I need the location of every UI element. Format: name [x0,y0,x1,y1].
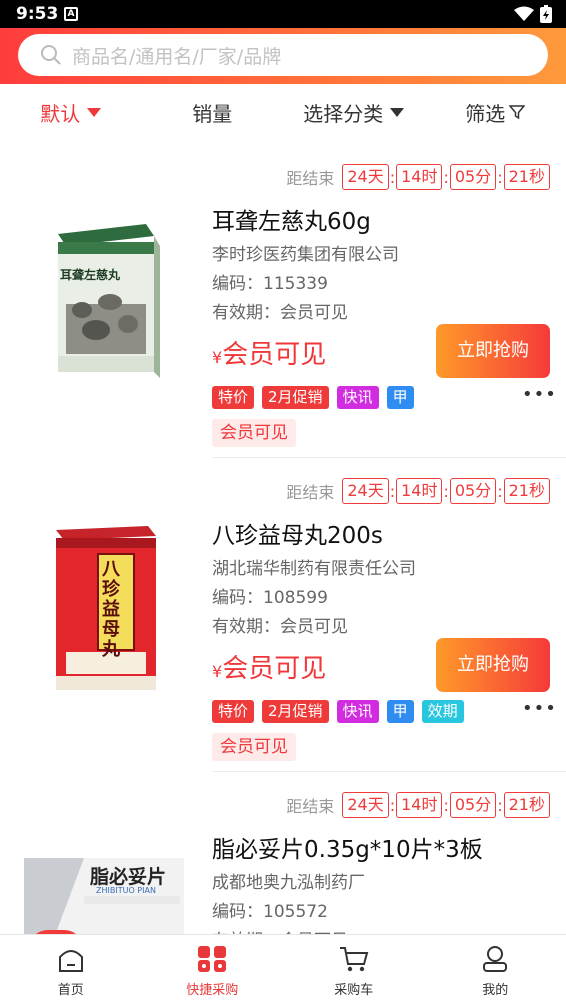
filter-screen-label: 筛选 [465,101,506,126]
product-image[interactable]: 八珍益母丸 [26,520,176,700]
product-card[interactable]: 距结束 24天 : 14时 : 05分 : 21秒 八珍益母丸 八珍益母丸200… [0,458,566,772]
product-name[interactable]: 耳聋左慈丸60g [212,202,371,236]
countdown-label: 距结束 [286,797,335,816]
countdown-seconds: 21秒 [503,478,550,504]
filter-sales-label: 销量 [192,101,233,126]
product-expiry: 有效期：会员可见 [212,303,348,323]
product-manufacturer: 湖北瑞华制药有限责任公司 [212,559,416,579]
status-bar: 9:53 A [0,0,566,28]
grid-icon [198,946,227,972]
filter-bar: 默认 销量 选择分类 筛选 [0,84,566,140]
buy-now-button[interactable]: 立即抢购 [436,324,550,378]
more-icon[interactable]: ••• [522,384,557,405]
product-tags: 特价 2月促销 快讯 甲 [212,386,414,409]
buy-now-button[interactable]: 立即抢购 [436,638,550,692]
currency-symbol: ¥ [212,662,223,681]
search-input[interactable]: 商品名/通用名/厂家/品牌 [18,34,548,76]
filter-sales[interactable]: 销量 [142,98,284,127]
tag-special-price: 特价 [212,386,255,409]
product-price: ¥会员可见 [212,648,326,685]
product-card[interactable]: 距结束 24天 : 14时 : 05分 : 21秒 耳聋左慈丸 耳聋左慈丸60g… [0,144,566,458]
filter-category-label: 选择分类 [303,101,384,126]
nav-quick-purchase-label: 快捷采购 [186,983,239,998]
bottom-nav: 首页 快捷采购 采购车 我的 [0,934,566,1008]
tag-class-a: 甲 [386,386,414,409]
search-icon [41,45,61,65]
nav-cart-label: 采购车 [334,983,374,998]
wifi-icon [514,6,534,21]
search-placeholder: 商品名/通用名/厂家/品牌 [72,45,282,68]
tag-flash: 快讯 [336,700,379,723]
countdown-minutes: 05分 [449,478,497,504]
user-icon [483,946,508,972]
member-badge: 会员可见 [212,419,296,447]
nav-mine[interactable]: 我的 [425,935,566,1008]
countdown-hours: 14时 [396,164,443,190]
product-manufacturer: 李时珍医药集团有限公司 [212,245,399,265]
battery-icon [540,5,552,23]
nav-cart[interactable]: 采购车 [283,935,425,1008]
tag-promo: 2月促销 [262,700,329,723]
countdown-hours: 14时 [396,792,443,818]
product-tags: 特价 2月促销 快讯 甲 效期 [212,700,464,723]
product-expiry: 有效期：会员可见 [212,926,348,934]
countdown-minutes: 05分 [449,792,497,818]
tag-promo: 2月促销 [262,386,329,409]
status-icons [514,5,552,23]
countdown-days: 24天 [342,792,389,818]
product-image[interactable]: 脂必妥片 ZHIBITUO PIAN [24,858,184,934]
countdown-seconds: 21秒 [503,792,550,818]
status-time: 9:53 [16,4,59,24]
box-text: 耳聋左慈丸 [60,268,121,282]
notification-a-icon: A [64,7,78,21]
countdown-label: 距结束 [286,169,335,188]
tag-expiry: 效期 [421,700,464,723]
price-value: 会员可见 [222,654,327,684]
filter-screen[interactable]: 筛选 [425,98,566,127]
filter-default-label: 默认 [40,101,81,126]
product-card[interactable]: 距结束 24天 : 14时 : 05分 : 21秒 脂必妥片 ZHIBITUO … [0,772,566,934]
more-icon[interactable]: ••• [522,698,557,719]
countdown-days: 24天 [342,478,389,504]
caret-down-icon [87,107,102,117]
product-expiry: 有效期：会员可见 [212,617,348,637]
cart-icon [339,947,369,972]
countdown-hours: 14时 [396,478,443,504]
product-manufacturer: 成都地奥九泓制药厂 [212,873,365,893]
nav-home-label: 首页 [57,983,84,998]
product-image[interactable]: 耳聋左慈丸 [26,206,176,386]
countdown-label: 距结束 [286,483,335,502]
nav-quick-purchase[interactable]: 快捷采购 [142,935,284,1008]
countdown: 距结束 24天 : 14时 : 05分 : 21秒 [286,792,550,818]
caret-down-icon [390,107,405,117]
price-value: 会员可见 [222,340,327,370]
countdown-seconds: 21秒 [503,164,550,190]
home-icon [58,950,83,972]
product-name[interactable]: 脂必妥片0.35g*10片*3板 [212,830,483,864]
nav-mine-label: 我的 [482,983,509,998]
member-badge: 会员可见 [212,733,296,761]
tag-class-a: 甲 [386,700,414,723]
product-name[interactable]: 八珍益母丸200s [212,516,383,550]
header: 商品名/通用名/厂家/品牌 [0,28,566,84]
tag-special-price: 特价 [212,700,255,723]
product-code: 编码：108599 [212,588,328,608]
filter-category[interactable]: 选择分类 [283,98,425,127]
product-price: ¥会员可见 [212,334,326,371]
currency-symbol: ¥ [212,348,223,367]
product-code: 编码：115339 [212,274,328,294]
box-text: 八珍益母丸 [102,559,120,660]
funnel-icon [509,105,526,120]
countdown: 距结束 24天 : 14时 : 05分 : 21秒 [286,478,550,504]
filter-default[interactable]: 默认 [0,98,142,127]
box-subtext: ZHIBITUO PIAN [96,886,156,895]
nav-home[interactable]: 首页 [0,935,142,1008]
countdown-minutes: 05分 [449,164,497,190]
product-code: 编码：105572 [212,902,328,922]
countdown: 距结束 24天 : 14时 : 05分 : 21秒 [286,164,550,190]
tag-flash: 快讯 [336,386,379,409]
countdown-days: 24天 [342,164,389,190]
box-text: 脂必妥片 [90,866,167,888]
